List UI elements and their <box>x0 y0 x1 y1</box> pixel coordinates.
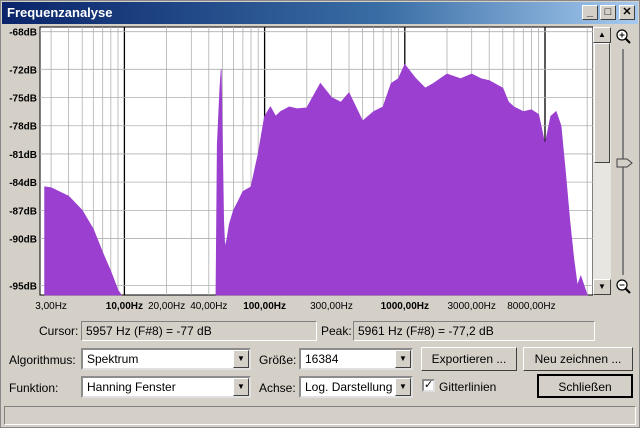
zoom-slider-handle[interactable] <box>616 158 633 168</box>
function-value: Hanning Fenster <box>87 380 176 394</box>
x-tick-label: 3000,00Hz <box>448 301 496 312</box>
y-tick-label: -75dB <box>9 94 37 105</box>
x-tick-label: 300,00Hz <box>310 301 353 312</box>
status-bar <box>4 406 636 425</box>
algorithm-select[interactable]: Spektrum ▼ <box>81 348 251 370</box>
zoom-scrollbar[interactable]: ▲ ▼ <box>593 27 611 295</box>
size-label: Größe: <box>259 353 297 367</box>
title-bar[interactable]: Frequenzanalyse _ □ ✕ <box>2 2 638 24</box>
x-tick-label: 3,00Hz <box>35 301 67 312</box>
y-tick-label: -87dB <box>9 206 37 217</box>
grid-checkbox[interactable]: ✓ <box>422 379 435 392</box>
cursor-readout: 5957 Hz (F#8) = -77 dB <box>81 321 317 341</box>
spectrum-plot[interactable]: -68dB -72dB -75dB -78dB -81dB -84dB -87dB -90dB… <box>1 25 593 325</box>
zoom-out-icon[interactable] <box>616 279 631 294</box>
x-tick-label: 1000,00Hz <box>381 301 429 312</box>
algorithm-value: Spektrum <box>87 352 139 366</box>
peak-readout: 5961 Hz (F#8) = -77,2 dB <box>353 321 595 341</box>
grid-checkbox-label: Gitterlinien <box>439 380 497 394</box>
close-window-button[interactable]: ✕ <box>619 5 635 20</box>
chevron-down-icon[interactable]: ▼ <box>395 378 411 396</box>
function-label: Funktion: <box>9 381 59 395</box>
scroll-up-button[interactable]: ▲ <box>593 27 611 43</box>
export-button[interactable]: Exportieren ... <box>421 347 517 371</box>
x-tick-label: 10,00Hz <box>106 301 143 312</box>
scroll-thumb[interactable] <box>594 43 610 163</box>
function-select[interactable]: Hanning Fenster ▼ <box>81 376 251 398</box>
frequency-analysis-window: Frequenzanalyse _ □ ✕ -68dB -72dB -75dB -78… <box>0 0 640 428</box>
size-select[interactable]: 16384 ▼ <box>299 348 413 370</box>
zoom-slider-area <box>613 27 637 297</box>
x-tick-label: 100,00Hz <box>243 301 286 312</box>
maximize-button[interactable]: □ <box>600 5 616 20</box>
y-tick-label: -90dB <box>9 235 37 246</box>
y-tick-label: -68dB <box>9 28 37 39</box>
y-tick-label: -84dB <box>9 178 37 189</box>
x-tick-label: 20,00Hz <box>148 301 185 312</box>
zoom-in-icon[interactable] <box>616 29 631 44</box>
y-tick-label: -72dB <box>9 65 37 76</box>
size-value: 16384 <box>305 352 339 366</box>
x-tick-label: 40,00Hz <box>190 301 227 312</box>
x-tick-label: 8000,00Hz <box>507 301 555 312</box>
close-button[interactable]: Schließen <box>537 374 633 398</box>
y-tick-label: -81dB <box>9 150 37 161</box>
cursor-label: Cursor: <box>39 324 79 338</box>
chevron-down-icon[interactable]: ▼ <box>395 350 411 368</box>
y-tick-label: -95dB <box>9 282 37 293</box>
axis-value: Log. Darstellung <box>305 380 393 394</box>
algorithm-label: Algorithmus: <box>9 353 76 367</box>
window-title: Frequenzanalyse <box>7 5 113 20</box>
peak-label: Peak: <box>321 324 352 338</box>
redraw-button[interactable]: Neu zeichnen ... <box>523 347 633 371</box>
chevron-down-icon[interactable]: ▼ <box>233 378 249 396</box>
axis-label: Achse: <box>259 381 296 395</box>
chevron-down-icon[interactable]: ▼ <box>233 350 249 368</box>
minimize-button[interactable]: _ <box>582 5 598 20</box>
y-tick-label: -78dB <box>9 122 37 133</box>
scroll-down-button[interactable]: ▼ <box>593 279 611 295</box>
axis-select[interactable]: Log. Darstellung ▼ <box>299 376 413 398</box>
